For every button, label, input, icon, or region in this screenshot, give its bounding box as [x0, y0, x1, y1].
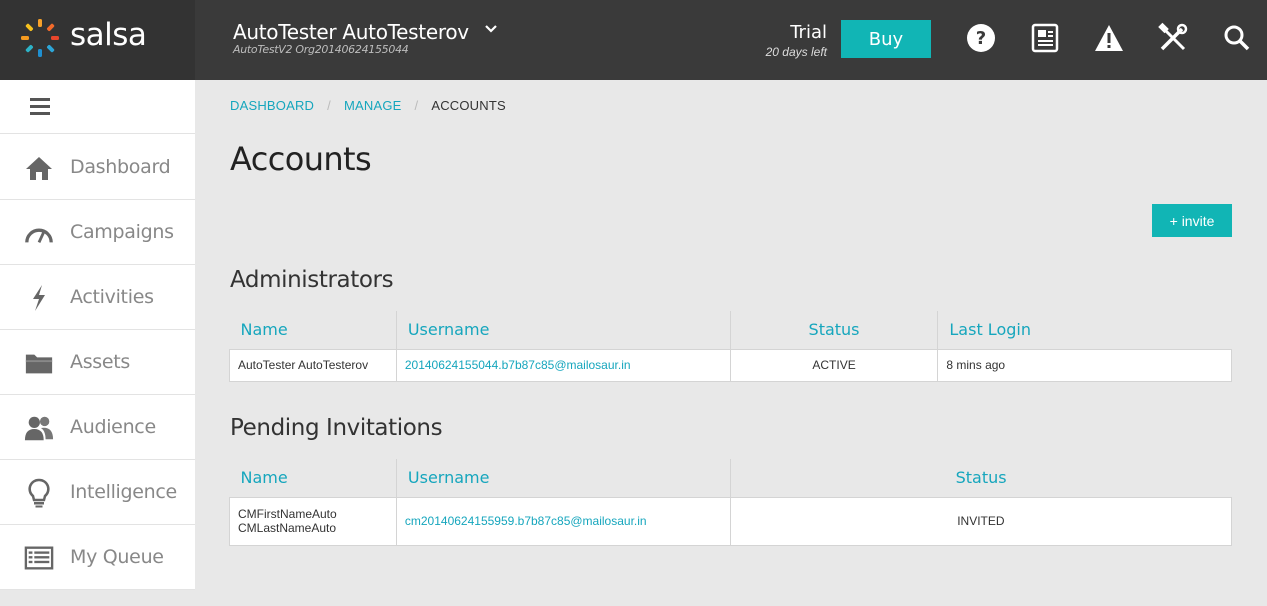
lightning-icon — [24, 284, 54, 312]
breadcrumb-manage[interactable]: MANAGE — [344, 98, 402, 113]
tools-icon[interactable] — [1157, 22, 1189, 54]
admin-name: AutoTester AutoTesterov — [229, 348, 397, 382]
user-name: AutoTester AutoTesterov — [233, 20, 469, 44]
page-title: Accounts — [230, 140, 372, 178]
invite-button[interactable]: + invite — [1152, 204, 1232, 237]
administrators-table: Name Username Status Last Login AutoTest… — [229, 311, 1232, 382]
sidebar-item-campaigns[interactable]: Campaigns — [0, 200, 195, 265]
search-icon[interactable] — [1221, 22, 1253, 54]
home-icon — [24, 154, 54, 182]
admin-username-link[interactable]: 20140624155044.b7b87c85@mailosaur.in — [395, 348, 731, 382]
sidebar-item-intelligence[interactable]: Intelligence — [0, 460, 195, 525]
trial-status: Trial 20 days left — [766, 22, 827, 59]
sidebar-item-label: Audience — [70, 416, 156, 438]
hamburger-icon — [30, 98, 50, 115]
lightbulb-icon — [24, 478, 54, 508]
chevron-down-icon[interactable] — [483, 22, 499, 36]
menu-toggle[interactable] — [0, 80, 195, 134]
column-header-status[interactable]: Status — [729, 459, 1232, 497]
people-icon — [24, 414, 54, 442]
admin-last-login: 8 mins ago — [937, 348, 1232, 382]
sidebar-item-label: Intelligence — [70, 481, 177, 503]
table-header-row: Name Username Status — [230, 459, 1232, 497]
invite-first-name: CMFirstNameAuto — [238, 507, 337, 521]
invite-last-name: CMLastNameAuto — [238, 521, 337, 535]
breadcrumb-separator: / — [414, 98, 419, 113]
buy-button[interactable]: Buy — [841, 20, 931, 58]
sidebar-item-activities[interactable]: Activities — [0, 265, 195, 330]
pending-invitations-title: Pending Invitations — [230, 415, 443, 441]
user-org: AutoTestV2 Org20140624155044 — [233, 43, 409, 56]
breadcrumb-separator: / — [327, 98, 331, 113]
sidebar-item-dashboard[interactable]: Dashboard — [0, 135, 195, 200]
breadcrumb: DASHBOARD / MANAGE / ACCOUNTS — [230, 98, 506, 113]
table-header-row: Name Username Status Last Login — [230, 311, 1232, 349]
news-icon[interactable] — [1029, 22, 1061, 54]
pending-invitations-table: Name Username Status CMFirstNameAuto CML… — [229, 459, 1233, 546]
salsa-logo-icon — [21, 19, 59, 57]
sidebar-item-label: Assets — [70, 351, 131, 373]
invite-name: CMFirstNameAuto CMLastNameAuto — [229, 496, 397, 546]
invite-username-link[interactable]: cm20140624155959.b7b87c85@mailosaur.in — [395, 496, 731, 546]
column-header-status[interactable]: Status — [729, 311, 938, 349]
help-icon[interactable]: ? — [965, 22, 997, 54]
sidebar: Dashboard Campaigns Activities Assets Au… — [0, 80, 195, 590]
sidebar-item-label: Activities — [70, 286, 154, 308]
speedometer-icon — [24, 219, 54, 247]
alert-icon[interactable] — [1093, 22, 1125, 54]
sidebar-item-label: Campaigns — [70, 221, 174, 243]
top-bar: salsa AutoTester AutoTesterov AutoTestV2… — [0, 0, 1267, 80]
table-row: CMFirstNameAuto CMLastNameAuto cm2014062… — [229, 496, 1233, 546]
svg-text:?: ? — [976, 28, 986, 49]
breadcrumb-dashboard[interactable]: DASHBOARD — [230, 98, 314, 113]
sidebar-item-assets[interactable]: Assets — [0, 330, 195, 395]
folder-icon — [24, 349, 54, 377]
logo-text: salsa — [70, 17, 147, 53]
trial-days: 20 days left — [765, 45, 827, 59]
sidebar-item-audience[interactable]: Audience — [0, 395, 195, 460]
list-icon — [24, 544, 54, 572]
logo-area[interactable]: salsa — [0, 0, 195, 80]
sidebar-item-label: Dashboard — [70, 156, 171, 178]
trial-label: Trial — [790, 22, 827, 43]
sidebar-item-my-queue[interactable]: My Queue — [0, 525, 195, 590]
administrators-title: Administrators — [230, 267, 394, 293]
column-header-username[interactable]: Username — [395, 311, 731, 349]
admin-status: ACTIVE — [729, 348, 939, 382]
column-header-username[interactable]: Username — [395, 459, 731, 497]
user-menu[interactable]: AutoTester AutoTesterov AutoTestV2 Org20… — [233, 20, 469, 56]
table-row: AutoTester AutoTesterov 20140624155044.b… — [229, 348, 1232, 382]
column-header-name[interactable]: Name — [230, 311, 397, 349]
breadcrumb-accounts: ACCOUNTS — [431, 98, 506, 113]
invite-status: INVITED — [729, 496, 1233, 546]
column-header-name[interactable]: Name — [230, 459, 397, 497]
sidebar-item-label: My Queue — [70, 546, 164, 568]
column-header-last-login[interactable]: Last Login — [937, 311, 1232, 349]
